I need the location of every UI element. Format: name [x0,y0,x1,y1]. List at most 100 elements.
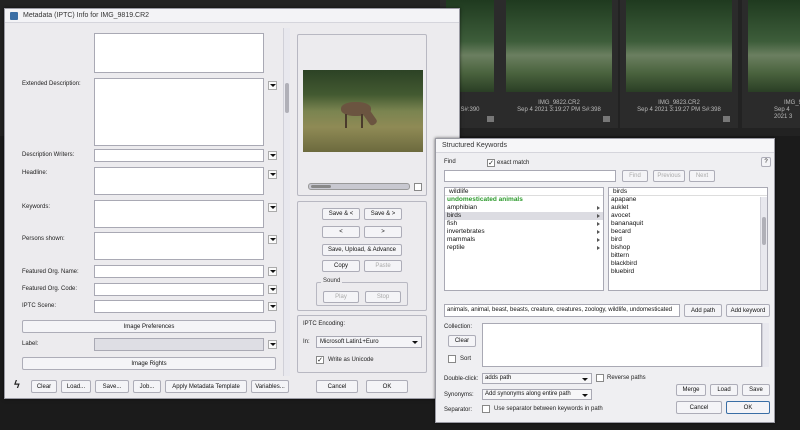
persons-shown-field[interactable] [94,232,264,260]
collection-scrollbar[interactable] [762,323,769,367]
keywords-field[interactable] [94,200,264,228]
scrollbar-thumb[interactable] [762,217,766,245]
next-button[interactable]: > [364,226,402,238]
iptc-scene-field[interactable] [94,300,264,313]
category-item[interactable]: undomesticated animals [445,196,603,204]
featured-org-name-field[interactable] [94,265,264,278]
metadata-window-titlebar[interactable]: Metadata (IPTC) Info for IMG_9819.CR2 [5,9,459,23]
reverse-paths-label: Reverse paths [607,375,646,381]
play-button[interactable]: Play [323,291,359,303]
collection-field[interactable] [482,323,762,367]
extended-description-field[interactable] [94,78,264,146]
cancel-button[interactable]: Cancel [676,401,722,414]
keyword-item[interactable]: auklet [609,204,767,212]
keyword-item[interactable]: becard [609,228,767,236]
category-item[interactable]: mammals [445,236,603,244]
keyword-item[interactable]: blackbird [609,260,767,268]
merge-button[interactable]: Merge [676,384,706,396]
help-button[interactable]: ? [761,157,771,167]
keyword-item[interactable]: bluebird [609,268,767,276]
thumbnail[interactable]: IMG_98 Sep 4 2021 3 [742,0,800,128]
category-item[interactable]: amphibian [445,204,603,212]
save-previous-button[interactable]: Save & < [322,208,360,220]
keyword-item[interactable]: bishop [609,244,767,252]
window-title: Metadata (IPTC) Info for IMG_9819.CR2 [23,12,150,19]
preview-slider[interactable] [308,183,410,190]
keyword-item[interactable]: apapane [609,196,767,204]
headline-dropdown[interactable] [268,170,277,179]
thumbnail[interactable]: IMG_9823.CR2 Sep 4 2021 3:19:27 PM S#:39… [620,0,738,128]
keyword-item[interactable]: bittern [609,252,767,260]
next-button[interactable]: Next [689,170,715,182]
paste-button[interactable]: Paste [364,260,402,272]
keyword-item-label: becard [611,228,631,235]
thumbnail[interactable]: IMG_9822.CR2 Sep 4 2021 3:19:27 PM S#:39… [500,0,618,128]
ok-button[interactable]: OK [726,401,770,414]
category-list[interactable]: wildlife undomesticated animals amphibian… [444,187,604,291]
description-writers-field[interactable] [94,149,264,162]
featured-org-name-dropdown[interactable] [268,267,277,276]
add-keyword-button[interactable]: Add keyword [726,304,770,317]
keyword-scrollbar[interactable] [760,197,767,290]
keyword-item[interactable]: bird [609,236,767,244]
collection-clear-button[interactable]: Clear [448,335,476,347]
category-item[interactable]: fish [445,220,603,228]
sort-checkbox[interactable] [448,355,456,363]
preview-checkbox[interactable] [414,183,422,191]
ok-button[interactable]: OK [366,380,408,393]
iptc-scene-dropdown[interactable] [268,302,277,311]
load-button[interactable]: Load [710,384,738,396]
find-button[interactable]: Find [622,170,648,182]
find-input[interactable] [444,170,616,182]
keyword-item-label: bittern [611,252,630,259]
previous-button[interactable]: < [322,226,360,238]
double-click-label: Double-click: [444,376,479,382]
exact-match-checkbox[interactable]: ✓ [487,159,495,167]
lightning-icon[interactable]: ϟ [14,379,20,391]
badge-icon [487,116,494,122]
variables-button[interactable]: Variables... [251,380,289,393]
image-rights-section[interactable]: Image Rights [22,357,276,370]
keyword-item[interactable]: bananaquit [609,220,767,228]
save-next-button[interactable]: Save & > [364,208,402,220]
encoding-select[interactable]: Microsoft Latin1+Euro [316,336,422,348]
save-button[interactable]: Save... [95,380,129,393]
clear-button[interactable]: Clear [31,380,57,393]
keyword-item[interactable]: avocet [609,212,767,220]
synonyms-select[interactable]: Add synonyms along entire path [482,389,592,400]
fields-scrollbar[interactable] [283,28,290,376]
category-item[interactable]: reptile [445,244,603,252]
load-button[interactable]: Load... [61,380,91,393]
persons-shown-dropdown[interactable] [268,235,277,244]
stop-button[interactable]: Stop [365,291,401,303]
reverse-paths-checkbox[interactable] [596,374,604,382]
keywords-dropdown[interactable] [268,203,277,212]
copy-button[interactable]: Copy [322,260,360,272]
apply-metadata-template-button[interactable]: Apply Metadata Template [165,380,247,393]
category-item[interactable]: birds [445,212,603,220]
add-path-button[interactable]: Add path [684,304,722,317]
image-preferences-section[interactable]: Image Preferences [22,320,276,333]
slider-thumb[interactable] [311,185,331,188]
label-dropdown[interactable] [268,340,277,349]
description-writers-dropdown[interactable] [268,151,277,160]
description-field[interactable] [94,33,264,73]
keyword-list[interactable]: birds apapane auklet avocet bananaquit becar… [608,187,768,291]
featured-org-code-dropdown[interactable] [268,285,277,294]
double-click-select[interactable]: adds path [482,373,592,384]
job-button[interactable]: Job... [133,380,161,393]
extended-description-dropdown[interactable] [268,81,277,90]
scrollbar-thumb[interactable] [285,83,289,113]
separator-checkbox[interactable] [482,405,490,413]
save-button[interactable]: Save [742,384,770,396]
save-upload-advance-button[interactable]: Save, Upload, & Advance [322,244,402,256]
structured-keywords-titlebar[interactable]: Structured Keywords [436,139,774,153]
write-unicode-checkbox[interactable]: ✓ [316,356,324,364]
path-field[interactable]: animals, animal, beast, beasts, creature… [444,304,680,317]
featured-org-code-field[interactable] [94,283,264,296]
previous-button[interactable]: Previous [653,170,685,182]
category-item[interactable]: invertebrates [445,228,603,236]
cancel-button[interactable]: Cancel [316,380,358,393]
headline-field[interactable] [94,167,264,195]
label-field[interactable] [94,338,264,351]
